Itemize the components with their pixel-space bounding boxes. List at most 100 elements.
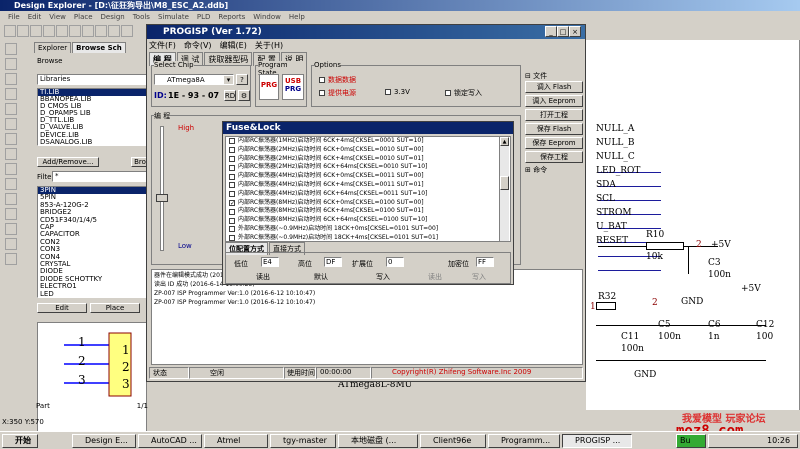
- print-icon[interactable]: [43, 25, 55, 37]
- filter-input[interactable]: *: [52, 171, 147, 182]
- menu-reports[interactable]: Reports: [218, 13, 245, 21]
- menu-file[interactable]: File: [8, 13, 20, 21]
- part-item[interactable]: CD51F340/1/4/5: [38, 216, 146, 224]
- opt-write-row[interactable]: 锁定写入: [442, 88, 482, 98]
- part-item[interactable]: LED: [38, 290, 146, 297]
- no-erc-icon[interactable]: [5, 163, 17, 175]
- fuse-option-checkbox[interactable]: [229, 147, 235, 154]
- new-icon[interactable]: [4, 25, 16, 37]
- fuse-option-checkbox[interactable]: [229, 208, 235, 215]
- fuse-option-row[interactable]: 内部RC振荡器(1MHz)启动时间 6CK+4ms[CKSEL=0001 SUT…: [226, 137, 510, 146]
- zoom-in-icon[interactable]: [56, 25, 68, 37]
- fuse-option-row[interactable]: 内部RC振荡器(4MHz)启动时间 6CK+64ms[CKSEL=0011 SU…: [226, 190, 510, 199]
- rect-tool-icon[interactable]: [5, 193, 17, 205]
- pg-menu-command[interactable]: 命令(V): [184, 40, 212, 51]
- task-client[interactable]: Client96e: [420, 434, 486, 448]
- load-eeprom-button[interactable]: 调入 Eeprom: [525, 95, 583, 107]
- menu-edit[interactable]: Edit: [28, 13, 42, 21]
- scroll-thumb[interactable]: [500, 176, 509, 190]
- line-tool-icon[interactable]: [5, 178, 17, 190]
- port-icon[interactable]: [5, 148, 17, 160]
- library-list[interactable]: TI.LIB BBANOPEA.LIB D CMOS LIB D_OPAMPS LIB…: [37, 88, 147, 146]
- fuse-option-list[interactable]: 内部RC振荡器(1MHz)启动时间 6CK+4ms[CKSEL=0001 SUT…: [225, 136, 511, 242]
- menu-window[interactable]: Window: [253, 13, 281, 21]
- settings-icon[interactable]: ⚙: [238, 90, 250, 101]
- bus-tool-icon[interactable]: [5, 58, 17, 70]
- wire-tool-icon[interactable]: [5, 43, 17, 55]
- power-port-icon[interactable]: [5, 88, 17, 100]
- fuse-option-checkbox[interactable]: [229, 182, 235, 189]
- place-button[interactable]: Place: [90, 303, 140, 313]
- sheet-symbol-icon[interactable]: [5, 133, 17, 145]
- fuse-option-checkbox[interactable]: [229, 155, 235, 162]
- fuse-option-checkbox[interactable]: [229, 191, 235, 198]
- menu-view[interactable]: View: [49, 13, 66, 21]
- text-tool-icon[interactable]: [5, 223, 17, 235]
- fuse-option-checkbox[interactable]: ✓: [229, 199, 235, 206]
- fuse-option-row[interactable]: 内部RC振荡器(8MHz)启动时间 6CK+64ms[CKSEL=0100 SU…: [226, 216, 510, 225]
- tab-explorer[interactable]: Explorer: [34, 42, 72, 53]
- task-autocad[interactable]: AutoCAD ...: [138, 434, 202, 448]
- save-project-button[interactable]: 保存工程: [525, 151, 583, 163]
- menu-design[interactable]: Design: [101, 13, 125, 21]
- edit-button[interactable]: Edit: [37, 303, 87, 313]
- write-lock-button[interactable]: 写入: [472, 272, 486, 282]
- fuse-option-row[interactable]: 内部RC振荡器(8MHz)启动时间 6CK+4ms[CKSEL=0100 SUT…: [226, 207, 510, 216]
- tab-chip-code[interactable]: 获取器型码: [204, 52, 253, 66]
- junction-icon[interactable]: [5, 118, 17, 130]
- chip-select[interactable]: ATmega8A ▾: [154, 74, 234, 85]
- tray-badge[interactable]: Bu: [676, 434, 706, 448]
- menu-tools[interactable]: Tools: [133, 13, 150, 21]
- polygon-tool-icon[interactable]: [5, 238, 17, 250]
- menu-help[interactable]: Help: [289, 13, 305, 21]
- read-fuse-button[interactable]: 读出: [256, 272, 270, 282]
- fuse-option-row[interactable]: 外部RC振荡器(~0.9MHz)启动时间 18CK+0ms[CKSEL=0101…: [226, 225, 510, 234]
- part-list[interactable]: 3PIN 5PIN 853-A-120G-2 BRIDGE2 CD51F340/1/4/…: [37, 186, 147, 298]
- part-item[interactable]: ELECTRO1: [38, 282, 146, 290]
- high-bit-input[interactable]: DF: [324, 257, 342, 267]
- opt-power-checkbox[interactable]: [319, 90, 325, 96]
- pg-menu-about[interactable]: 关于(H): [255, 40, 283, 51]
- opt-data-checkbox[interactable]: [319, 77, 325, 83]
- load-flash-button[interactable]: 调入 Flash: [525, 81, 583, 93]
- read-lock-button[interactable]: 读出: [428, 272, 442, 282]
- chevron-down-icon[interactable]: ▾: [224, 75, 233, 84]
- open-icon[interactable]: [17, 25, 29, 37]
- zoom-out-icon[interactable]: [69, 25, 81, 37]
- opt-data-row[interactable]: 数据数据: [316, 75, 356, 85]
- save-flash-button[interactable]: 保存 Flash: [525, 123, 583, 135]
- fuse-option-checkbox[interactable]: [229, 226, 235, 233]
- menu-simulate[interactable]: Simulate: [158, 13, 189, 21]
- pg-menu-edit[interactable]: 编辑(E): [220, 40, 247, 51]
- library-item[interactable]: DSANALOG.LIB: [38, 138, 146, 145]
- read-id-button[interactable]: RD: [224, 90, 236, 101]
- chip-search-icon[interactable]: ?: [236, 74, 248, 85]
- task-design-explorer[interactable]: Design E...: [72, 434, 136, 448]
- fuse-option-row[interactable]: 内部RC振荡器(2MHz)启动时间 6CK+0ms[CKSEL=0010 SUT…: [226, 146, 510, 155]
- fuse-option-row[interactable]: 内部RC振荡器(4MHz)启动时间 6CK+0ms[CKSEL=0011 SUT…: [226, 172, 510, 181]
- fuse-option-checkbox[interactable]: [229, 164, 235, 171]
- speed-slider-track[interactable]: [160, 126, 164, 251]
- speed-slider-thumb[interactable]: [156, 194, 168, 202]
- open-project-button[interactable]: 打开工程: [525, 109, 583, 121]
- maximize-icon[interactable]: □: [557, 26, 569, 37]
- opt-power-row[interactable]: 提供电源: [316, 88, 356, 98]
- minimize-icon[interactable]: _: [545, 26, 557, 37]
- zoom-fit-icon[interactable]: [82, 25, 94, 37]
- fuse-option-row[interactable]: 外部RC振荡器(~0.9MHz)启动时间 18CK+4ms[CKSEL=0101…: [226, 234, 510, 241]
- tab-browse-sch[interactable]: Browse Sch: [72, 42, 126, 53]
- menu-place[interactable]: Place: [74, 13, 93, 21]
- fuse-option-row[interactable]: 内部RC振荡器(4MHz)启动时间 6CK+4ms[CKSEL=0011 SUT…: [226, 181, 510, 190]
- write-fuse-button[interactable]: 写入: [376, 272, 390, 282]
- arc-tool-icon[interactable]: [5, 253, 17, 265]
- start-button[interactable]: 开始: [2, 434, 38, 448]
- task-tgy-master[interactable]: tgy-master: [270, 434, 336, 448]
- task-local-disk[interactable]: 本地磁盘 (...: [338, 434, 418, 448]
- ellipse-tool-icon[interactable]: [5, 208, 17, 220]
- part-tool-icon[interactable]: [5, 103, 17, 115]
- select-icon[interactable]: [121, 25, 133, 37]
- net-label-icon[interactable]: [5, 73, 17, 85]
- cut-icon[interactable]: [95, 25, 107, 37]
- ext-bit-input[interactable]: 0: [386, 257, 404, 267]
- default-fuse-button[interactable]: 默认: [314, 272, 328, 282]
